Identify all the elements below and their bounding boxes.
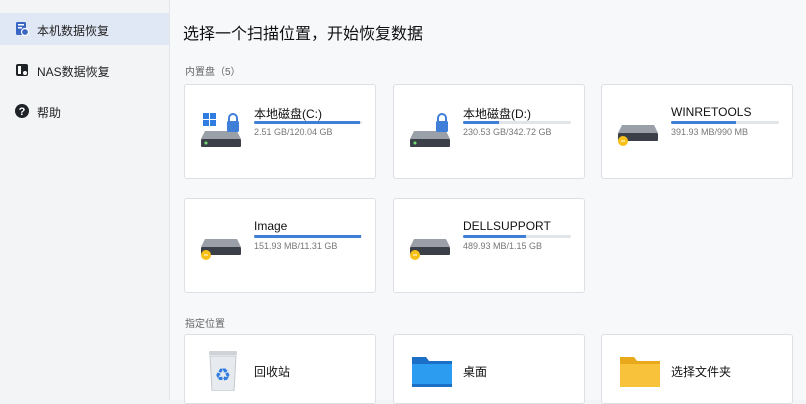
- usage-fill: [254, 235, 361, 238]
- drive-name: 本地磁盘(C:): [254, 107, 322, 121]
- sidebar-item-label: 本机数据恢复: [37, 24, 110, 38]
- help-icon: ?: [15, 104, 29, 118]
- drive-card-dellsupport[interactable]: DELLSUPPORT 489.93 MB/1.15 GB: [393, 198, 585, 293]
- drive-name: WINRETOOLS: [671, 105, 752, 119]
- recycle-bin-icon: ♻: [209, 351, 237, 391]
- desktop-folder-icon: [412, 357, 452, 387]
- warning-drive-icon: [410, 239, 450, 260]
- usage-bar: [254, 235, 362, 238]
- location-name: 选择文件夹: [671, 365, 732, 379]
- drives-section-label: 内置盘（5）: [185, 67, 241, 78]
- page-title: 选择一个扫描位置，开始恢复数据: [183, 26, 424, 43]
- svg-text:♻: ♻: [215, 365, 231, 386]
- drive-card-d[interactable]: 本地磁盘(D:) 230.53 GB/342.72 GB: [393, 84, 585, 179]
- drive-size: 151.93 MB/11.31 GB: [254, 241, 338, 251]
- warning-drive-icon: [201, 239, 241, 260]
- folder-icon: [620, 357, 660, 387]
- usage-fill: [463, 121, 499, 124]
- drive-size: 391.93 MB/990 MB: [671, 127, 749, 137]
- drive-size: 230.53 GB/342.72 GB: [463, 127, 552, 137]
- sidebar-item-nas-recovery[interactable]: NAS数据恢复: [0, 54, 169, 86]
- usage-bar: [254, 121, 362, 124]
- usage-bar: [463, 121, 571, 124]
- usage-fill: [254, 121, 360, 124]
- usage-fill: [671, 121, 736, 124]
- usage-bar: [463, 235, 571, 238]
- location-name: 桌面: [463, 365, 488, 379]
- location-card-desktop[interactable]: 桌面: [393, 334, 585, 404]
- location-card-recycle-bin[interactable]: ♻ 回收站: [184, 334, 376, 404]
- drive-name: DELLSUPPORT: [463, 219, 551, 233]
- sidebar-item-local-recovery[interactable]: 本机数据恢复: [0, 13, 169, 45]
- sidebar-item-label: 帮助: [37, 106, 62, 120]
- main-panel: 选择一个扫描位置，开始恢复数据 ↻ 内置盘（5） 本地磁盘(C:) 2.51 G…: [170, 0, 806, 404]
- drive-card-image[interactable]: Image 151.93 MB/11.31 GB: [184, 198, 376, 293]
- usage-bar: [671, 121, 779, 124]
- drive-card-winretools[interactable]: WINRETOOLS 391.93 MB/990 MB: [601, 84, 793, 179]
- drive-size: 489.93 MB/1.15 GB: [463, 241, 543, 251]
- locked-drive-icon: [410, 113, 450, 147]
- sidebar-item-label: NAS数据恢复: [37, 65, 110, 79]
- drive-size: 2.51 GB/120.04 GB: [254, 127, 333, 137]
- warning-drive-icon: [618, 125, 658, 146]
- drive-name: 本地磁盘(D:): [463, 107, 531, 121]
- sidebar: 本机数据恢复 NAS数据恢复 ? 帮助: [0, 0, 170, 400]
- usage-fill: [463, 235, 526, 238]
- location-card-select-folder[interactable]: 选择文件夹: [601, 334, 793, 404]
- refresh-icon[interactable]: ↻: [411, 24, 421, 38]
- location-name: 回收站: [254, 365, 291, 379]
- svg-text:?: ?: [19, 106, 26, 118]
- nas-icon: [16, 64, 28, 76]
- computer-file-icon: [16, 22, 30, 37]
- windows-locked-drive-icon: [201, 113, 241, 147]
- locations-section-label: 指定位置: [185, 319, 225, 330]
- drive-card-c[interactable]: 本地磁盘(C:) 2.51 GB/120.04 GB: [184, 84, 376, 179]
- sidebar-item-help[interactable]: ? 帮助: [0, 95, 169, 127]
- drive-name: Image: [254, 219, 288, 233]
